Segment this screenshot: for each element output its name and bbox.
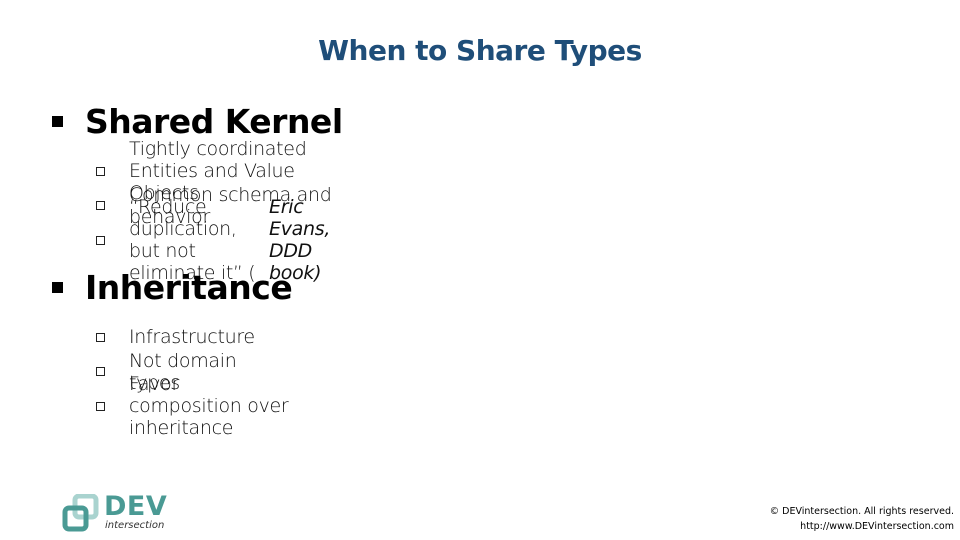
section-heading: Shared Kernel (52, 102, 343, 141)
hollow-square-bullet-icon (96, 166, 105, 176)
devintersection-logo-icon (62, 494, 99, 532)
section-shared-kernel: Shared Kernel Tightly coordinated Entiti… (52, 102, 343, 284)
logo-subtitle: intersection (105, 520, 165, 531)
footer-url: http://www.DEVintersection.com (800, 521, 954, 532)
bullet-list: Tightly coordinated Entities and Value O… (96, 138, 343, 284)
devintersection-logo: DEV intersection (62, 491, 168, 534)
logo-wordmark: DEV (104, 491, 168, 522)
hollow-square-bullet-icon (96, 235, 105, 245)
section-heading-label: Inheritance (85, 268, 293, 307)
list-item-text: Infrastructure (129, 326, 255, 349)
bullet-list: Infrastructure Not domain types Favor co… (96, 320, 292, 439)
section-heading-label: Shared Kernel (85, 102, 343, 141)
list-item: Favor composition over inheritance (96, 373, 292, 439)
hollow-square-bullet-icon (96, 201, 105, 211)
footer: © DEVintersection. All rights reserved. … (770, 504, 954, 534)
list-item: “Reduce duplication, but not eliminate i… (96, 196, 343, 284)
slide-title: When to Share Types (318, 34, 642, 67)
square-bullet-icon (52, 116, 63, 127)
copyright-text: © DEVintersection. All rights reserved. (769, 506, 954, 517)
hollow-square-bullet-icon (96, 367, 105, 377)
hollow-square-bullet-icon (96, 401, 105, 411)
list-item-text: Favor composition over inheritance (129, 373, 289, 440)
square-bullet-icon (52, 282, 63, 293)
section-inheritance: Inheritance Infrastructure Not domain ty… (52, 268, 293, 439)
section-heading: Inheritance (52, 268, 293, 307)
hollow-square-bullet-icon (96, 332, 105, 342)
